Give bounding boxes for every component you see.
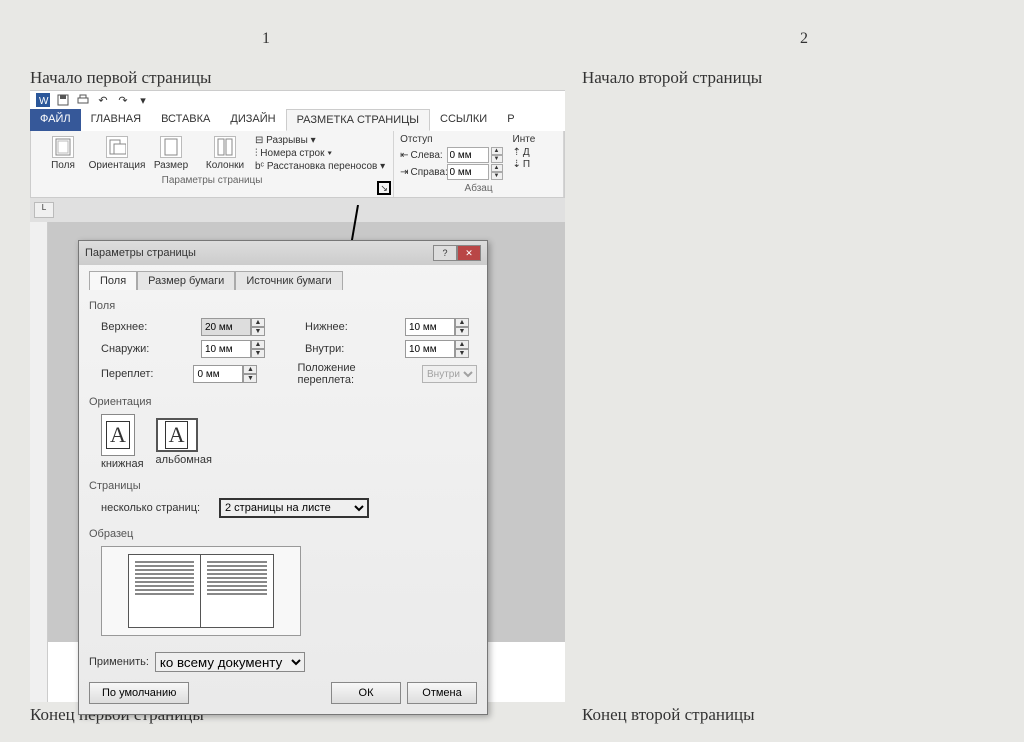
- label-page1-start: Начало первой страницы: [30, 68, 211, 88]
- group-pages: Страницы несколько страниц: 2 страницы н…: [89, 480, 477, 518]
- group-margins-title: Поля: [89, 300, 477, 312]
- hyphenation-button[interactable]: bᶜ Расстановка переносов ▾: [253, 160, 387, 173]
- spin-up[interactable]: ▲: [491, 147, 503, 155]
- cancel-button[interactable]: Отмена: [407, 682, 477, 704]
- dialog-close-button[interactable]: ✕: [457, 245, 481, 261]
- group-title-page-setup: Параметры страницы: [37, 173, 387, 189]
- input-gutter[interactable]: [193, 365, 243, 383]
- spin-down[interactable]: ▼: [491, 172, 503, 180]
- label-multi-pages: несколько страниц:: [101, 502, 211, 514]
- label-gutter-pos: Положение переплета:: [297, 362, 382, 386]
- landscape-label: альбомная: [156, 454, 212, 466]
- label-gutter: Переплет:: [101, 368, 153, 380]
- ok-button[interactable]: ОК: [331, 682, 401, 704]
- tab-mailings-truncated[interactable]: Р: [497, 109, 524, 131]
- tab-file[interactable]: ФАЙЛ: [30, 109, 81, 131]
- select-gutter-pos[interactable]: Внутри: [422, 365, 477, 383]
- select-apply-to[interactable]: ко всему документу: [155, 652, 305, 672]
- redo-icon[interactable]: ↷: [116, 93, 130, 107]
- orientation-landscape[interactable]: Aальбомная: [156, 414, 212, 470]
- print-icon[interactable]: [76, 93, 90, 107]
- page-setup-more: ⊟ Разрывы ▾ ⫶ Номера строк ▾ bᶜ Расстано…: [253, 134, 387, 173]
- label-apply-to: Применить:: [89, 656, 149, 668]
- group-orientation: Ориентация Aкнижная Aальбомная: [89, 396, 477, 470]
- margins-button[interactable]: Поля: [37, 134, 89, 173]
- spin-up[interactable]: ▲: [491, 164, 503, 172]
- spin-down[interactable]: ▼: [251, 349, 265, 358]
- tab-home[interactable]: ГЛАВНАЯ: [81, 109, 151, 131]
- dialog-tabs: Поля Размер бумаги Источник бумаги: [89, 271, 477, 290]
- page-number-2: 2: [800, 30, 808, 48]
- breaks-button[interactable]: ⊟ Разрывы ▾: [253, 134, 387, 147]
- undo-icon[interactable]: ↶: [96, 93, 110, 107]
- label-inside: Внутри:: [305, 343, 365, 355]
- word-icon: W: [36, 93, 50, 107]
- qat-dropdown-icon[interactable]: ▾: [136, 93, 150, 107]
- group-title-paragraph: Абзац: [400, 181, 557, 197]
- vertical-ruler[interactable]: [30, 222, 48, 702]
- spin-down[interactable]: ▼: [455, 327, 469, 336]
- ruler-corner[interactable]: L: [34, 202, 54, 218]
- dlg-tab-fields[interactable]: Поля: [89, 271, 137, 290]
- group-paragraph: Отступ ⇤Слева:▲▼ ⇥Справа:▲▼ Инте ⇡Д ⇣П А…: [394, 131, 564, 197]
- page-number-1: 1: [262, 30, 270, 48]
- group-preview-title: Образец: [89, 528, 477, 540]
- indent-right-input[interactable]: [447, 164, 489, 180]
- indent-left-icon: ⇤: [400, 150, 408, 161]
- indent-right-icon: ⇥: [400, 167, 408, 178]
- save-icon[interactable]: [56, 93, 70, 107]
- preview-box: [101, 546, 301, 636]
- spin-up[interactable]: ▲: [243, 365, 257, 374]
- input-top[interactable]: [201, 318, 251, 336]
- page-setup-launcher[interactable]: ↘: [377, 181, 391, 195]
- label-outside: Снаружи:: [101, 343, 161, 355]
- tab-references[interactable]: ССЫЛКИ: [430, 109, 497, 131]
- columns-button[interactable]: Колонки: [199, 134, 251, 173]
- spin-down[interactable]: ▼: [455, 349, 469, 358]
- group-preview: Образец: [89, 528, 477, 636]
- dlg-tab-paper[interactable]: Размер бумаги: [137, 271, 235, 290]
- dialog-help-button[interactable]: ?: [433, 245, 457, 261]
- orientation-portrait[interactable]: Aкнижная: [101, 414, 144, 470]
- spin-down[interactable]: ▼: [243, 374, 257, 383]
- label-bottom: Нижнее:: [305, 321, 365, 333]
- input-outside[interactable]: [201, 340, 251, 358]
- spin-down[interactable]: ▼: [491, 155, 503, 163]
- tab-insert[interactable]: ВСТАВКА: [151, 109, 220, 131]
- apply-to-row: Применить: ко всему документу: [89, 652, 477, 672]
- input-inside[interactable]: [405, 340, 455, 358]
- group-pages-title: Страницы: [89, 480, 477, 492]
- spin-up[interactable]: ▲: [455, 340, 469, 349]
- size-button[interactable]: Размер: [145, 134, 197, 173]
- default-button[interactable]: По умолчанию: [89, 682, 189, 704]
- label-top: Верхнее:: [101, 321, 161, 333]
- label-page2-end: Конец второй страницы: [582, 705, 755, 725]
- label-page2-start: Начало второй страницы: [582, 68, 762, 88]
- dialog-title: Параметры страницы: [85, 247, 196, 259]
- group-orientation-title: Ориентация: [89, 396, 477, 408]
- select-multi-pages[interactable]: 2 страницы на листе: [219, 498, 369, 518]
- line-numbers-button[interactable]: ⫶ Номера строк ▾: [253, 147, 387, 160]
- page-setup-dialog: Параметры страницы ? ✕ Поля Размер бумаг…: [78, 240, 488, 715]
- group-page-setup: Поля Ориентация Размер Колонки ⊟ Разрывы…: [31, 131, 394, 197]
- quick-access-toolbar: W ↶ ↷ ▾: [30, 91, 565, 109]
- tab-design[interactable]: ДИЗАЙН: [220, 109, 285, 131]
- portrait-label: книжная: [101, 458, 144, 470]
- dialog-titlebar[interactable]: Параметры страницы ? ✕: [79, 241, 487, 265]
- group-margins: Поля Верхнее: ▲▼ Нижнее: ▲▼ Снаружи: ▲▼ …: [89, 300, 477, 386]
- tab-page-layout[interactable]: РАЗМЕТКА СТРАНИЦЫ: [286, 109, 430, 131]
- svg-text:W: W: [39, 96, 49, 107]
- spacing-block-truncated: Инте ⇡Д ⇣П: [513, 134, 536, 171]
- input-bottom[interactable]: [405, 318, 455, 336]
- ribbon: Поля Ориентация Размер Колонки ⊟ Разрывы…: [30, 131, 565, 198]
- spin-up[interactable]: ▲: [251, 318, 265, 327]
- spin-up[interactable]: ▲: [455, 318, 469, 327]
- ribbon-tabs: ФАЙЛ ГЛАВНАЯ ВСТАВКА ДИЗАЙН РАЗМЕТКА СТР…: [30, 109, 565, 131]
- orientation-button[interactable]: Ориентация: [91, 134, 143, 173]
- indent-left-input[interactable]: [447, 147, 489, 163]
- spin-up[interactable]: ▲: [251, 340, 265, 349]
- dlg-tab-source[interactable]: Источник бумаги: [235, 271, 342, 290]
- indent-block: Отступ ⇤Слева:▲▼ ⇥Справа:▲▼: [400, 134, 502, 181]
- spin-down[interactable]: ▼: [251, 327, 265, 336]
